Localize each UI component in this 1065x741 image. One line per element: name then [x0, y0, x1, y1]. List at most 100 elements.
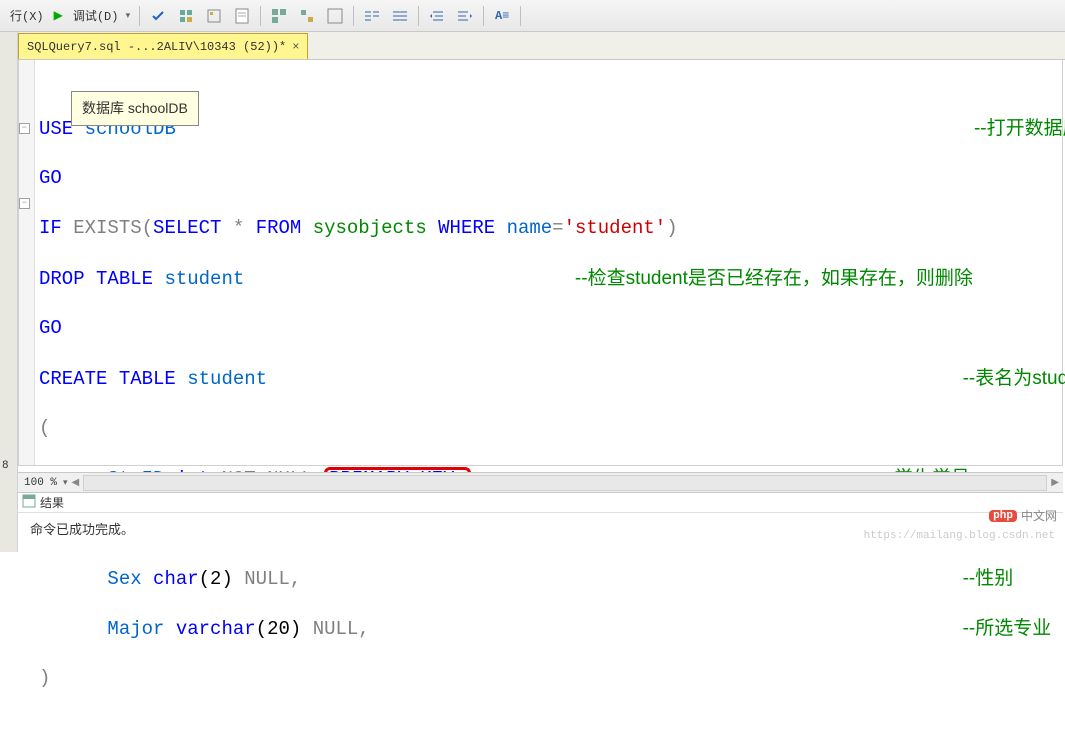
- outdent-button[interactable]: [452, 4, 478, 28]
- comma: ,: [290, 568, 301, 590]
- indent-icon: [428, 7, 446, 25]
- lparen: (: [39, 417, 50, 439]
- page-icon: [233, 7, 251, 25]
- col-major: Major: [107, 618, 164, 640]
- kw-drop: DROP: [39, 268, 85, 290]
- separator: [520, 6, 521, 26]
- text-icon: A≡: [493, 7, 511, 25]
- separator: [139, 6, 140, 26]
- string-literal: 'student': [564, 217, 667, 239]
- ident-name: name: [507, 217, 553, 239]
- comment: --性别: [963, 568, 1014, 589]
- args: (2): [199, 568, 233, 590]
- zoom-bar: 100 % ▾ ◀ ▶: [18, 472, 1063, 492]
- toolbar-btn-a[interactable]: A≡: [489, 4, 515, 28]
- rparen: ): [39, 667, 50, 689]
- play-button[interactable]: ▶: [50, 4, 67, 28]
- branding: php 中文网: [989, 507, 1057, 524]
- debug-button[interactable]: 调试(D) ▾: [69, 4, 134, 28]
- kw-from: FROM: [256, 217, 302, 239]
- toolbar-btn-3[interactable]: [229, 4, 255, 28]
- kw-where: WHERE: [438, 217, 495, 239]
- kw-use: USE: [39, 118, 73, 140]
- code-area[interactable]: 数据库 schoolDB USE schoolDB --打开数据库schoolD…: [35, 60, 1065, 465]
- fold-icon[interactable]: −: [19, 198, 30, 209]
- comment: --检查student是否已经存在，如果存在，则删除: [575, 268, 973, 289]
- kw-create: CREATE: [39, 368, 107, 390]
- kw-go: GO: [39, 317, 62, 339]
- identifier-tooltip: 数据库 schoolDB: [71, 91, 199, 126]
- scroll-right-icon[interactable]: ▶: [1051, 477, 1059, 489]
- type-varchar: varchar: [176, 618, 256, 640]
- gutter: − −: [19, 60, 35, 465]
- execute-button[interactable]: 行(X): [6, 4, 48, 28]
- comment-icon: [363, 7, 381, 25]
- ident-sysobjects: sysobjects: [313, 217, 427, 239]
- comment: --所选专业: [963, 618, 1052, 639]
- null: NULL: [244, 568, 290, 590]
- check-icon: [149, 7, 167, 25]
- scroll-left-icon[interactable]: ◀: [72, 477, 80, 489]
- zoom-level[interactable]: 100 %: [18, 477, 63, 489]
- watermark: https://mailang.blog.csdn.net: [864, 530, 1055, 542]
- toolbar-btn-1[interactable]: [173, 4, 199, 28]
- separator: [418, 6, 419, 26]
- close-icon[interactable]: ×: [292, 40, 299, 54]
- left-margin: 8: [0, 32, 18, 552]
- toolbar-btn-2[interactable]: [201, 4, 227, 28]
- parse-button[interactable]: [145, 4, 171, 28]
- results-tab-label: 结果: [40, 494, 64, 511]
- separator: [353, 6, 354, 26]
- php-badge: php: [989, 510, 1017, 522]
- toolbar-btn-5[interactable]: [294, 4, 320, 28]
- results-icon: [22, 494, 36, 512]
- ident-student: student: [187, 368, 267, 390]
- tabbar: SQLQuery7.sql -...2ALIV\10343 (52))* ×: [0, 32, 1065, 60]
- grid-icon-2: [298, 7, 316, 25]
- kw-if: IF: [39, 217, 62, 239]
- type-char: char: [153, 568, 199, 590]
- star: *: [233, 217, 244, 239]
- rparen: ): [666, 217, 677, 239]
- results-pane: 结果 命令已成功完成。: [18, 492, 1063, 552]
- debug-label: 调试(D): [73, 7, 119, 24]
- kw-go: GO: [39, 167, 62, 189]
- comment-button[interactable]: [359, 4, 385, 28]
- fold-icon[interactable]: −: [19, 123, 30, 134]
- grid-icon-3: [326, 7, 344, 25]
- null: NULL: [313, 618, 359, 640]
- eq: =: [552, 217, 563, 239]
- uncomment-button[interactable]: [387, 4, 413, 28]
- code-editor[interactable]: − − 数据库 schoolDB USE schoolDB --打开数据库sch…: [18, 60, 1063, 466]
- play-icon: ▶: [54, 8, 63, 23]
- branding-text: 中文网: [1021, 507, 1057, 524]
- tab-sqlquery7[interactable]: SQLQuery7.sql -...2ALIV\10343 (52))* ×: [18, 33, 308, 59]
- indent-button[interactable]: [424, 4, 450, 28]
- results-tab[interactable]: 结果: [18, 493, 1063, 513]
- uncomment-icon: [391, 7, 409, 25]
- separator: [483, 6, 484, 26]
- tab-title: SQLQuery7.sql -...2ALIV\10343 (52))*: [27, 40, 286, 54]
- db-icon: [177, 7, 195, 25]
- db-icon-2: [205, 7, 223, 25]
- kw-exists: EXISTS: [73, 217, 141, 239]
- toolbar: 行(X) ▶ 调试(D) ▾ A≡: [0, 0, 1065, 32]
- outdent-icon: [456, 7, 474, 25]
- chevron-down-icon[interactable]: ▾: [63, 478, 68, 488]
- toolbar-btn-6[interactable]: [322, 4, 348, 28]
- execute-label: 行(X): [10, 7, 44, 24]
- ident-student: student: [164, 268, 244, 290]
- chevron-down-icon: ▾: [126, 11, 131, 21]
- horizontal-scrollbar[interactable]: [83, 475, 1047, 491]
- comment: --表名为student: [963, 368, 1065, 389]
- kw-select: SELECT: [153, 217, 221, 239]
- args: (20): [256, 618, 302, 640]
- grid-icon: [270, 7, 288, 25]
- comment: --打开数据库schoolDB: [974, 118, 1065, 139]
- col-sex: Sex: [107, 568, 141, 590]
- line-marker: 8: [2, 460, 9, 472]
- kw-table: TABLE: [96, 268, 153, 290]
- toolbar-btn-4[interactable]: [266, 4, 292, 28]
- comma: ,: [358, 618, 369, 640]
- separator: [260, 6, 261, 26]
